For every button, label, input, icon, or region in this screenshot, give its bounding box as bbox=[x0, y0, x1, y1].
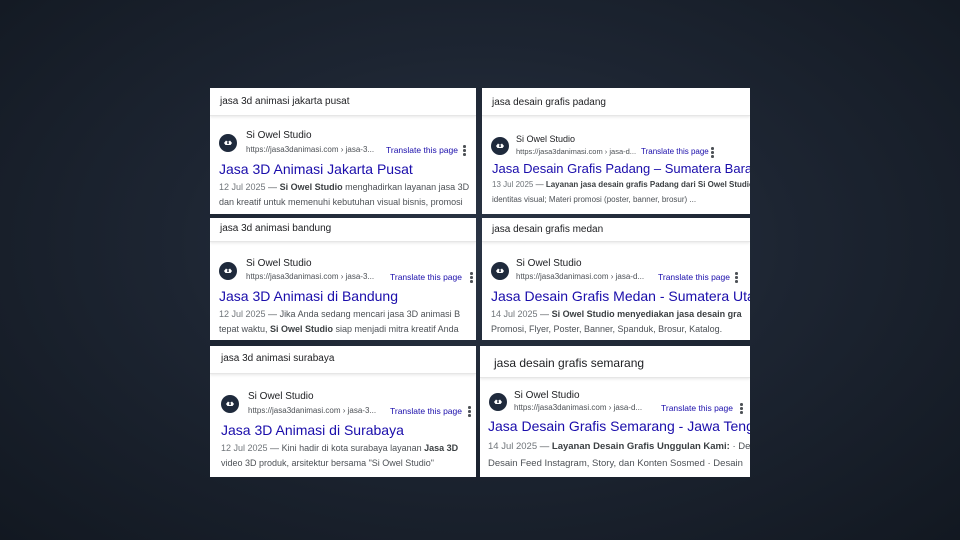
more-options-icon[interactable] bbox=[740, 403, 743, 414]
site-name: Si Owel Studio bbox=[514, 390, 580, 401]
search-result-card-padang: jasa desain grafis padang Si Owel Studio… bbox=[482, 88, 750, 214]
site-url[interactable]: https://jasa3danimasi.com › jasa-3... bbox=[246, 272, 374, 281]
result-snippet: 14 Jul 2025 — Layanan Desain Grafis Ungg… bbox=[488, 441, 750, 469]
search-query-text: jasa 3d animasi bandung bbox=[220, 223, 332, 234]
translate-link[interactable]: Translate this page bbox=[390, 406, 462, 416]
result-title-link[interactable]: Jasa Desain Grafis Medan - Sumatera Utar… bbox=[491, 288, 750, 304]
search-query-bar[interactable]: jasa 3d animasi bandung bbox=[210, 218, 476, 242]
result-title-link[interactable]: Jasa 3D Animasi di Surabaya bbox=[221, 422, 404, 438]
translate-link[interactable]: Translate this page bbox=[658, 272, 730, 282]
result-snippet: 13 Jul 2025 — Layanan jasa desain grafis… bbox=[492, 180, 750, 204]
site-favicon-icon bbox=[221, 395, 239, 413]
search-query-text: jasa desain grafis semarang bbox=[494, 356, 645, 370]
more-options-icon[interactable] bbox=[711, 147, 714, 158]
result-snippet: 12 Jul 2025 — Si Owel Studio menghadirka… bbox=[219, 182, 470, 207]
search-query-text: jasa 3d animasi surabaya bbox=[221, 353, 335, 364]
result-title-link[interactable]: Jasa 3D Animasi di Bandung bbox=[219, 288, 398, 304]
more-options-icon[interactable] bbox=[735, 272, 738, 283]
search-result-card-jakarta: jasa 3d animasi jakarta pusat Si Owel St… bbox=[210, 88, 476, 214]
search-query-text: jasa desain grafis medan bbox=[492, 224, 604, 235]
search-query-bar[interactable]: jasa desain grafis medan bbox=[482, 218, 750, 242]
more-options-icon[interactable] bbox=[463, 145, 466, 156]
site-url[interactable]: https://jasa3danimasi.com › jasa-3... bbox=[246, 145, 374, 154]
translate-link[interactable]: Translate this page bbox=[390, 272, 462, 282]
site-name: Si Owel Studio bbox=[516, 258, 582, 269]
site-name: Si Owel Studio bbox=[246, 130, 312, 141]
search-result-card-medan: jasa desain grafis medan Si Owel Studio … bbox=[482, 218, 750, 340]
site-url[interactable]: https://jasa3danimasi.com › jasa-d... bbox=[516, 272, 644, 281]
result-title-link[interactable]: Jasa 3D Animasi Jakarta Pusat bbox=[219, 161, 413, 177]
translate-link[interactable]: Translate this page bbox=[641, 147, 709, 156]
site-url[interactable]: https://jasa3danimasi.com › jasa-d... bbox=[514, 403, 642, 412]
site-name: Si Owel Studio bbox=[246, 258, 312, 269]
search-query-text: jasa 3d animasi jakarta pusat bbox=[220, 96, 350, 107]
search-query-bar[interactable]: jasa 3d animasi surabaya bbox=[210, 346, 476, 374]
site-favicon-icon bbox=[219, 134, 237, 152]
translate-link[interactable]: Translate this page bbox=[661, 403, 733, 413]
site-favicon-icon bbox=[489, 393, 507, 411]
result-snippet: 14 Jul 2025 — Si Owel Studio menyediakan… bbox=[491, 309, 742, 334]
site-name: Si Owel Studio bbox=[248, 391, 314, 402]
search-query-text: jasa desain grafis padang bbox=[492, 97, 606, 108]
site-favicon-icon bbox=[491, 137, 509, 155]
result-title-link[interactable]: Jasa Desain Grafis Padang – Sumatera Bar… bbox=[492, 161, 750, 176]
more-options-icon[interactable] bbox=[468, 406, 471, 417]
search-result-card-semarang: jasa desain grafis semarang Si Owel Stud… bbox=[480, 346, 750, 477]
search-result-card-surabaya: jasa 3d animasi surabaya Si Owel Studio … bbox=[210, 346, 476, 477]
search-query-bar[interactable]: jasa 3d animasi jakarta pusat bbox=[210, 88, 476, 116]
site-favicon-icon bbox=[219, 262, 237, 280]
result-snippet: 12 Jul 2025 — Jika Anda sedang mencari j… bbox=[219, 309, 461, 334]
site-favicon-icon bbox=[491, 262, 509, 280]
translate-link[interactable]: Translate this page bbox=[386, 145, 458, 155]
search-query-bar[interactable]: jasa desain grafis padang bbox=[482, 88, 750, 116]
search-result-card-bandung: jasa 3d animasi bandung Si Owel Studio h… bbox=[210, 218, 476, 340]
site-url[interactable]: https://jasa3danimasi.com › jasa-3... bbox=[248, 406, 376, 415]
more-options-icon[interactable] bbox=[470, 272, 473, 283]
result-snippet: 12 Jul 2025 — Kini hadir di kota surabay… bbox=[221, 443, 459, 468]
result-title-link[interactable]: Jasa Desain Grafis Semarang - Jawa Tenga… bbox=[488, 418, 750, 434]
site-name: Si Owel Studio bbox=[516, 134, 576, 144]
site-url[interactable]: https://jasa3danimasi.com › jasa-d... bbox=[516, 147, 636, 156]
search-query-bar[interactable]: jasa desain grafis semarang bbox=[480, 346, 750, 378]
